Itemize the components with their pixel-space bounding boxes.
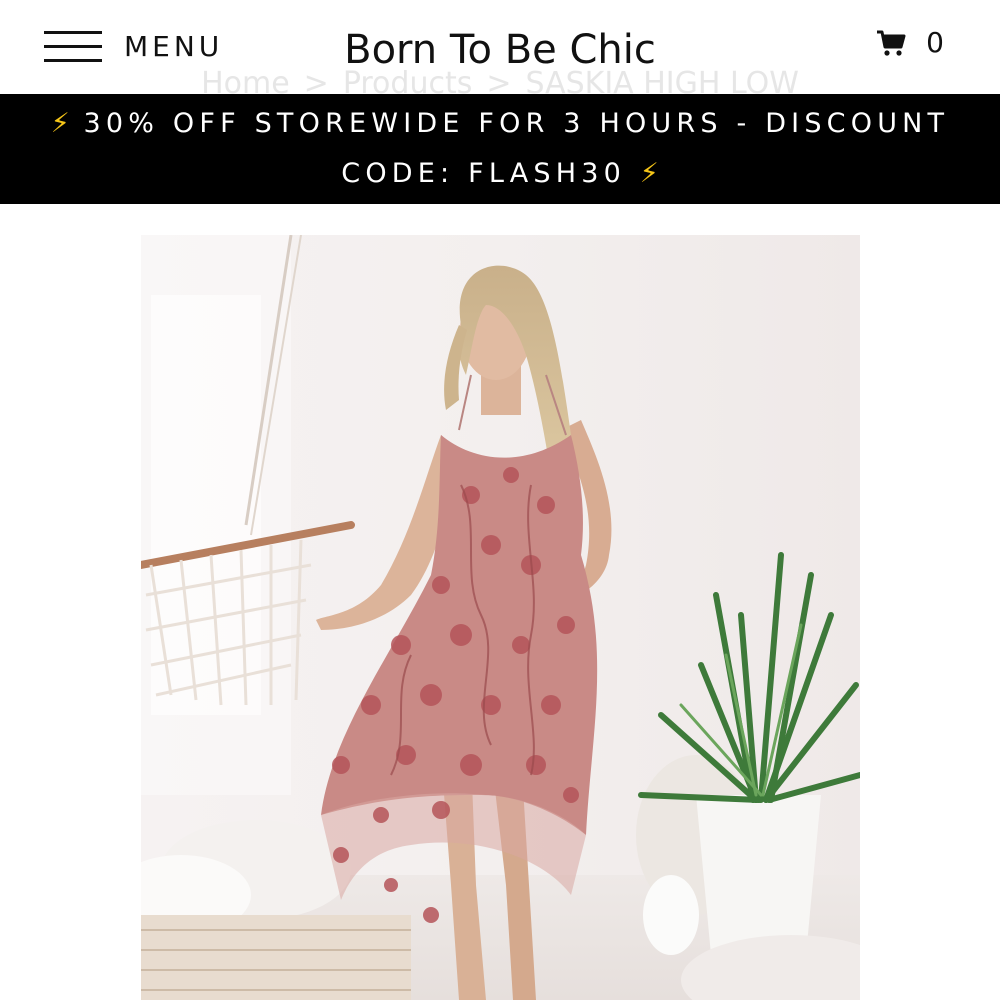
product-photo: [141, 235, 860, 1000]
product-page: MENU Home > Products > SASKIA HIGH LOW Born …: [0, 0, 1000, 1000]
promo-line-2: CODE: FLASH30 ⚡: [0, 149, 1000, 199]
site-header: MENU Home > Products > SASKIA HIGH LOW Born …: [0, 0, 1000, 101]
cart-icon[interactable]: [876, 28, 906, 58]
lightning-bolt-icon: ⚡: [639, 158, 659, 189]
cart-count[interactable]: 0: [926, 26, 944, 59]
cart-button[interactable]: 0: [876, 26, 944, 59]
promo-text-1: 30% OFF STOREWIDE FOR 3 HOURS - DISCOUNT: [83, 108, 950, 139]
promo-line-1: ⚡ 30% OFF STOREWIDE FOR 3 HOURS - DISCOU…: [0, 99, 1000, 149]
lightning-bolt-icon: ⚡: [50, 108, 70, 139]
promo-text-2: CODE: FLASH30: [341, 158, 626, 189]
product-image[interactable]: [141, 235, 860, 1000]
promo-banner: ⚡ 30% OFF STOREWIDE FOR 3 HOURS - DISCOU…: [0, 94, 1000, 204]
site-title[interactable]: Born To Be Chic: [0, 24, 1000, 76]
